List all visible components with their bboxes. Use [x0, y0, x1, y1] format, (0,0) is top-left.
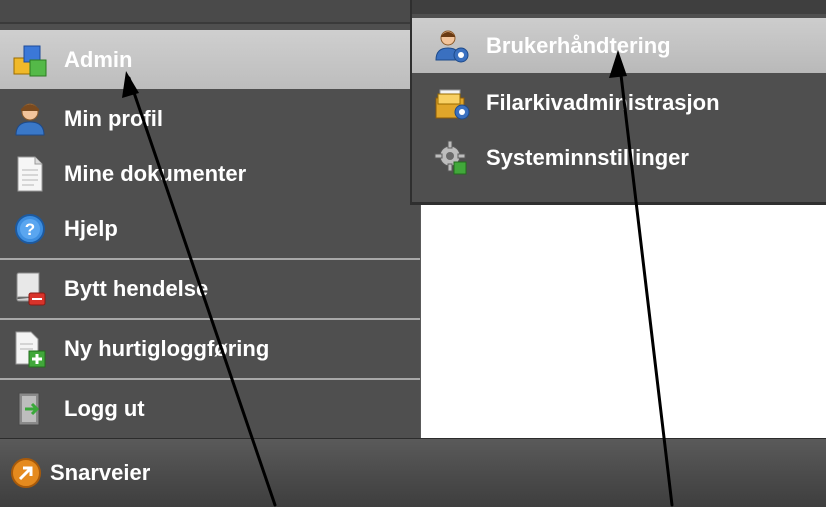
- system-settings-gear-icon: [432, 138, 472, 178]
- user-profile-icon: [8, 97, 52, 141]
- menu-item-bytt-hendelse[interactable]: Bytt hendelse: [0, 258, 420, 317]
- file-archive-icon: [432, 83, 472, 123]
- menu-item-min-profil[interactable]: Min profil: [0, 89, 420, 148]
- submenu-top-strip: [412, 0, 826, 14]
- shortcuts-arrow-icon: [8, 455, 44, 491]
- submenu-item-label: Brukerhåndtering: [486, 32, 671, 58]
- document-icon: [8, 152, 52, 196]
- bottom-bar-snarveier[interactable]: Snarveier: [0, 438, 826, 507]
- menu-item-logg-ut[interactable]: Logg ut: [0, 378, 420, 437]
- admin-cubes-icon: [8, 38, 52, 82]
- new-log-entry-icon: [8, 327, 52, 371]
- submenu-item-brukerhandtering[interactable]: Brukerhåndtering: [412, 18, 826, 73]
- menu-item-hjelp[interactable]: ? Hjelp: [0, 199, 420, 258]
- menu-item-label: Min profil: [64, 105, 163, 131]
- admin-submenu: Brukerhåndtering Filarkivadministrasjon: [410, 0, 826, 205]
- bottom-bar-label: Snarveier: [50, 460, 151, 485]
- menu-item-label: Mine dokumenter: [64, 160, 247, 186]
- menu-item-label: Bytt hendelse: [64, 275, 209, 301]
- menu-top-strip: [0, 0, 420, 24]
- svg-text:?: ?: [25, 220, 35, 239]
- menu-item-label: Hjelp: [64, 215, 118, 241]
- menu-item-ny-hurtigloggforing[interactable]: Ny hurtigloggføring: [0, 318, 420, 377]
- help-icon: ?: [8, 207, 52, 251]
- switch-event-icon: [8, 267, 52, 311]
- menu-item-label: Admin: [64, 46, 133, 72]
- menu-item-label: Ny hurtigloggføring: [64, 335, 270, 361]
- menu-item-mine-dokumenter[interactable]: Mine dokumenter: [0, 144, 420, 203]
- user-management-icon: [432, 26, 472, 66]
- submenu-item-label: Systeminnstillinger: [486, 144, 689, 170]
- main-menu: Admin Min profil Mine dokumenter ? Hjelp…: [0, 0, 421, 438]
- submenu-item-systeminnstillinger[interactable]: Systeminnstillinger: [412, 130, 826, 185]
- submenu-item-label: Filarkivadministrasjon: [486, 89, 720, 115]
- menu-item-label: Logg ut: [64, 395, 145, 421]
- submenu-item-filarkivadministrasjon[interactable]: Filarkivadministrasjon: [412, 75, 826, 130]
- logout-door-icon: [8, 387, 52, 431]
- menu-item-admin[interactable]: Admin: [0, 30, 420, 89]
